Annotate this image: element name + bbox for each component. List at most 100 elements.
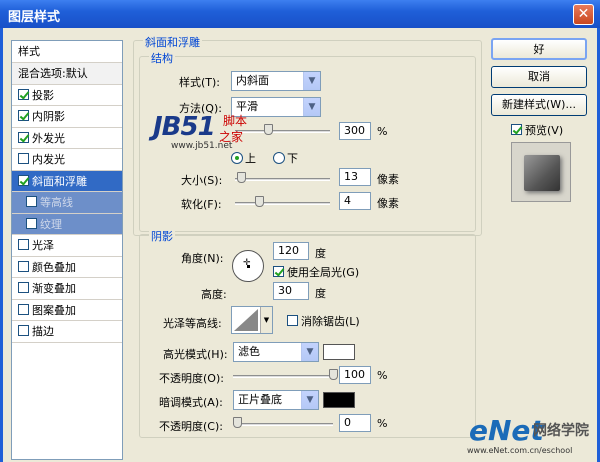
radio-up[interactable]: [231, 152, 243, 164]
title-bar[interactable]: 图层样式 ✕: [0, 0, 600, 28]
style-item-label: 渐变叠加: [32, 282, 76, 295]
chevron-down-icon: ▼: [260, 307, 272, 333]
style-item-label: 斜面和浮雕: [32, 174, 87, 188]
ok-button[interactable]: 好: [491, 38, 587, 60]
style-checkbox[interactable]: [26, 196, 37, 207]
soften-slider-thumb[interactable]: [255, 196, 264, 207]
enet-cn: 网络学院: [533, 423, 589, 439]
enet-watermark: eNet 网络学院 www.eNet.com.cn/eschool: [467, 414, 589, 455]
preview-option[interactable]: 预览(V): [511, 122, 563, 138]
style-checkbox[interactable]: [26, 217, 37, 229]
chevron-down-icon: ▼: [303, 72, 320, 90]
global-light-checkbox[interactable]: [273, 266, 284, 277]
direction-down-label: 下: [287, 152, 298, 165]
style-checkbox[interactable]: [18, 325, 29, 336]
anti-alias-label: 消除锯齿(L): [301, 315, 360, 328]
anti-alias-checkbox[interactable]: [287, 315, 298, 326]
style-checkbox[interactable]: [18, 260, 29, 272]
jb51-cn-1: 脚本: [223, 114, 248, 128]
depth-input[interactable]: 300: [339, 122, 371, 140]
cancel-button[interactable]: 取消: [491, 66, 587, 88]
style-item-label: 光泽: [32, 239, 54, 252]
preview-swatch: [524, 155, 560, 191]
style-checkbox[interactable]: [18, 174, 29, 186]
styles-list: 样式 混合选项:默认 投影内阴影外发光 内发光斜面和浮雕等高线纹理光泽颜色叠加渐变…: [11, 40, 123, 460]
close-button[interactable]: ✕: [573, 4, 594, 25]
structure-title: 结构: [149, 50, 175, 66]
style-checkbox[interactable]: [18, 131, 29, 143]
bevel-style-select[interactable]: 内斜面 ▼: [231, 71, 321, 91]
altitude-unit: 度: [315, 287, 326, 300]
style-item[interactable]: 投影: [12, 85, 122, 106]
style-item[interactable]: 内阴影: [12, 106, 122, 128]
shadow-color-swatch[interactable]: [323, 392, 355, 408]
style-item[interactable]: 纹理: [12, 213, 122, 235]
altitude-input[interactable]: 30: [273, 282, 309, 300]
depth-slider-track[interactable]: [235, 130, 330, 133]
highlight-opacity-thumb[interactable]: [329, 369, 338, 380]
style-item[interactable]: 描边: [12, 321, 122, 343]
style-item[interactable]: 斜面和浮雕: [12, 170, 122, 192]
style-checkbox[interactable]: [18, 153, 29, 164]
style-item[interactable]: 外发光: [12, 128, 122, 149]
style-item-label: 图案叠加: [32, 303, 76, 317]
angle-input[interactable]: 120: [273, 242, 309, 260]
depth-unit: %: [377, 125, 388, 138]
style-item[interactable]: 光泽: [12, 235, 122, 257]
radio-down[interactable]: [273, 152, 285, 164]
soften-slider-track[interactable]: [235, 202, 330, 205]
size-input[interactable]: 13: [339, 168, 371, 186]
style-item[interactable]: 等高线: [12, 192, 122, 214]
anti-alias-option[interactable]: 消除锯齿(L): [287, 313, 360, 329]
bevel-style-value: 内斜面: [236, 74, 269, 87]
global-light-option[interactable]: 使用全局光(G): [273, 264, 359, 280]
contour-linear-icon: [234, 309, 258, 331]
new-style-button[interactable]: 新建样式(W)...: [491, 94, 587, 116]
style-checkbox[interactable]: [18, 303, 29, 315]
dialog-body: 样式 混合选项:默认 投影 内阴影 外发光 内发光 斜面和浮雕 等高线 纹理 光泽 颜色叠加 渐变…: [0, 28, 600, 462]
chevron-down-icon: ▼: [301, 391, 318, 409]
highlight-color-swatch[interactable]: [323, 344, 355, 360]
jb51-logo: JB51: [153, 112, 216, 142]
highlight-mode-label: 高光模式(H):: [163, 348, 228, 361]
size-slider-thumb[interactable]: [237, 172, 246, 183]
style-item-label: 描边: [32, 325, 54, 338]
style-checkbox[interactable]: [18, 88, 29, 100]
soften-label: 软化(F):: [181, 198, 222, 211]
style-item[interactable]: 内发光: [12, 149, 122, 171]
direction-up-option[interactable]: 上: [231, 150, 256, 166]
direction-down-option[interactable]: 下: [273, 150, 298, 166]
styles-list-header[interactable]: 样式: [12, 41, 122, 63]
shadow-opacity-input[interactable]: 0: [339, 414, 371, 432]
style-item-label: 投影: [32, 88, 54, 102]
style-item[interactable]: 渐变叠加: [12, 278, 122, 300]
style-item[interactable]: 图案叠加: [12, 300, 122, 321]
highlight-mode-value: 滤色: [238, 345, 260, 358]
jb51-watermark: JB51 脚本 之家 www.jb51.net: [153, 112, 247, 151]
highlight-opacity-input[interactable]: 100: [339, 366, 371, 384]
shadow-mode-select[interactable]: 正片叠底 ▼: [233, 390, 319, 410]
bevel-emboss-title: 斜面和浮雕: [143, 34, 202, 50]
size-slider-track[interactable]: [235, 178, 330, 181]
style-item-label: 等高线: [40, 196, 73, 209]
preview-checkbox[interactable]: [511, 124, 522, 135]
depth-slider-thumb[interactable]: [263, 124, 273, 135]
style-checkbox[interactable]: [18, 110, 29, 121]
shadow-opacity-label: 不透明度(C):: [159, 420, 223, 433]
style-checkbox[interactable]: [18, 282, 29, 293]
blending-options-item[interactable]: 混合选项:默认: [12, 63, 122, 85]
gloss-contour-picker[interactable]: ▼: [231, 306, 273, 334]
angle-dial[interactable]: ✛: [232, 250, 264, 282]
soften-input[interactable]: 4: [339, 192, 371, 210]
preview-thumbnail: [511, 142, 571, 202]
shadow-opacity-thumb[interactable]: [233, 417, 242, 428]
shadow-mode-label: 暗调模式(A):: [159, 396, 223, 409]
shadow-opacity-track[interactable]: [233, 423, 333, 426]
highlight-mode-select[interactable]: 滤色 ▼: [233, 342, 319, 362]
style-item[interactable]: 颜色叠加: [12, 257, 122, 278]
style-item-label: 内阴影: [32, 110, 65, 123]
highlight-opacity-track[interactable]: [233, 375, 333, 378]
style-checkbox[interactable]: [18, 239, 29, 250]
chevron-down-icon: ▼: [301, 343, 318, 361]
enet-url: www.eNet.com.cn/eschool: [467, 446, 573, 455]
